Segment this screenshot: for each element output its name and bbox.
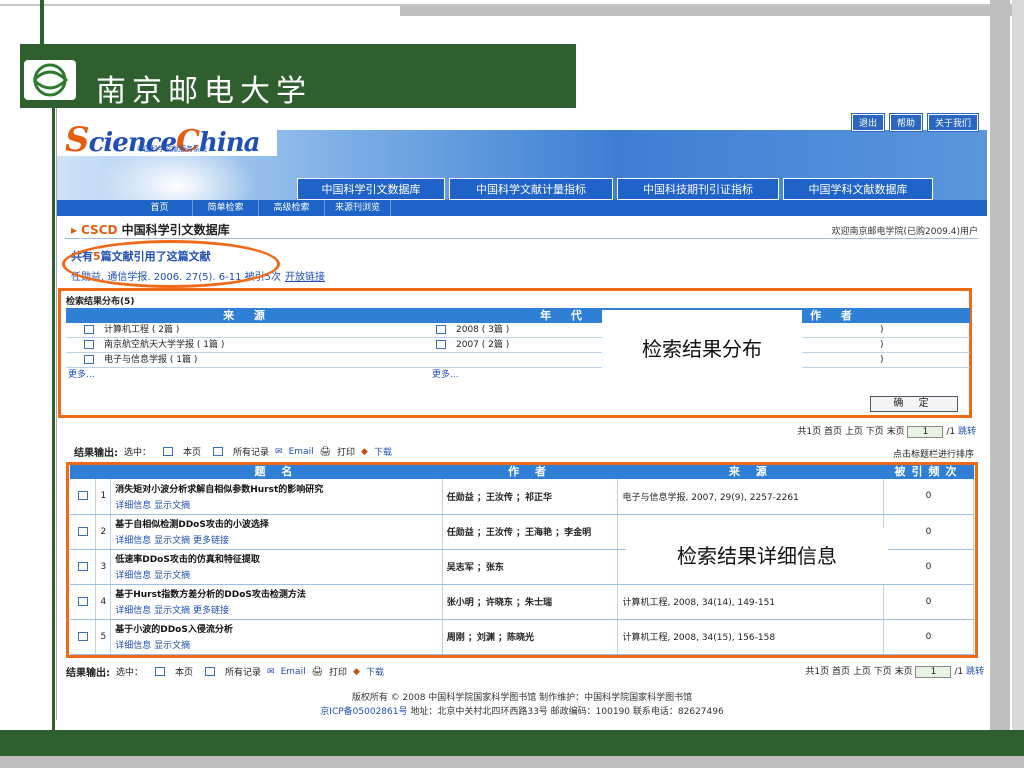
nav-home[interactable]: 首页	[127, 200, 193, 216]
triangle-icon: ▸	[71, 223, 78, 237]
confirm-button[interactable]: 确 定	[870, 396, 958, 412]
database-title: ▸ CSCD 中国科学引文数据库	[71, 223, 230, 237]
page-input[interactable]: 1	[907, 425, 944, 438]
open-link[interactable]: 开放链接	[285, 272, 325, 283]
pagination-bottom: 共1页 首页 上页 下页 末页 1 /1 跳转	[805, 665, 984, 678]
top-buttons: 退出 帮助 关于我们	[850, 113, 980, 132]
sort-hint: 点击标题栏进行排序	[892, 450, 974, 460]
pagination-top: 共1页 首页 上页 下页 末页 1 /1 跳转	[797, 425, 976, 438]
footer-line-1: 版权所有 © 2008 中国科学院国家科学图书馆 制作维护：中国科学院国家科学图…	[351, 693, 693, 703]
print-link[interactable]: 打印	[337, 445, 355, 458]
go-link[interactable]: 跳转	[958, 427, 976, 437]
callout-details: 检索结果详细信息	[626, 528, 888, 584]
all-records-checkbox[interactable]	[213, 447, 224, 456]
university-emblem	[24, 60, 76, 100]
frame-bottom-gray	[0, 756, 1024, 768]
distribution-row: 电子与信息学报 ( 1篇 ) )	[66, 353, 970, 368]
email-icon[interactable]: ✉	[275, 447, 283, 457]
download-icon[interactable]: ◆	[353, 667, 360, 677]
tab-metrics[interactable]: 中国科学文献计量指标	[449, 178, 613, 200]
nav-source-browse[interactable]: 来源刊浏览	[325, 200, 391, 216]
welcome-text: 欢迎南京邮电学院(已购2009.4)用户	[831, 227, 978, 237]
header-source[interactable]: 来 源	[66, 308, 430, 323]
distribution-table: 来 源 年 代 作 者 计算机工程 ( 2篇 ) 2008 ( 3篇 ) ) 南…	[66, 308, 970, 383]
distribution-title: 检索结果分布(5)	[66, 297, 135, 307]
sciencechina-logo[interactable]: ScienceChina	[65, 120, 261, 160]
frame-bottom-band	[0, 730, 1024, 756]
distribution-row: 南京航空航天大学学报 ( 1篇 ) 2007 ( 2篇 ) )	[66, 338, 970, 353]
frame-gray-top	[400, 6, 1024, 16]
help-button[interactable]: 帮助	[888, 113, 923, 132]
tab-subject-db[interactable]: 中国学科文献数据库	[783, 178, 933, 200]
print-link[interactable]: 打印	[329, 665, 347, 678]
tab-journal-citation[interactable]: 中国科技期刊引证指标	[617, 178, 779, 200]
callout-distribution: 检索结果分布	[602, 310, 802, 388]
about-button[interactable]: 关于我们	[926, 113, 980, 132]
email-link[interactable]: Email	[281, 667, 306, 677]
title-divider	[65, 238, 978, 239]
logout-button[interactable]: 退出	[850, 113, 885, 132]
all-records-checkbox[interactable]	[205, 667, 216, 676]
logo-subtitle: 中国科学文献服务系统	[137, 145, 207, 153]
frame-gray-right2	[1012, 0, 1024, 768]
frame-gray-right	[990, 0, 1010, 768]
nav-simple-search[interactable]: 简单检索	[193, 200, 259, 216]
source-checkbox[interactable]	[84, 325, 94, 334]
this-page-checkbox[interactable]	[163, 447, 174, 456]
distribution-row: 计算机工程 ( 2篇 ) 2008 ( 3篇 ) )	[66, 323, 970, 338]
nav-advanced-search[interactable]: 高级检索	[259, 200, 325, 216]
this-page-checkbox[interactable]	[155, 667, 166, 676]
print-icon[interactable]: 🖨	[320, 447, 331, 457]
download-icon[interactable]: ◆	[361, 447, 368, 457]
source-checkbox[interactable]	[84, 340, 94, 349]
output-bar-top: 结果输出: 选中： 本页 所有记录 ✉ Email 🖨 打印 ◆ 下载	[74, 445, 392, 460]
more-sources-link[interactable]: 更多...	[68, 370, 95, 380]
email-link[interactable]: Email	[289, 447, 314, 457]
distribution-header: 来 源 年 代 作 者	[66, 308, 970, 323]
download-link[interactable]: 下载	[366, 665, 384, 678]
year-checkbox[interactable]	[436, 340, 446, 349]
print-icon[interactable]: 🖨	[312, 667, 323, 677]
distribution-more-row: 更多... 更多... 更多...	[66, 368, 970, 383]
page-input[interactable]: 1	[915, 665, 952, 678]
download-link[interactable]: 下载	[374, 445, 392, 458]
database-tabs: 中国科学引文数据库 中国科学文献计量指标 中国科技期刊引证指标 中国学科文献数据…	[297, 178, 933, 200]
cited-highlight-ellipse	[62, 240, 280, 288]
frame-green-band	[20, 44, 576, 56]
icp-link[interactable]: 京ICP备05002861号	[320, 707, 407, 717]
tab-cscd[interactable]: 中国科学引文数据库	[297, 178, 445, 200]
footer-line-2: 京ICP备05002861号 地址：北京中关村北四环西路33号 邮政编码：100…	[320, 707, 724, 717]
email-icon[interactable]: ✉	[267, 667, 275, 677]
year-checkbox[interactable]	[436, 325, 446, 334]
more-years-link[interactable]: 更多...	[432, 370, 459, 380]
secondary-nav: 首页 简单检索 高级检索 来源刊浏览	[57, 200, 987, 216]
frame-vline-inner	[52, 108, 55, 736]
source-checkbox[interactable]	[84, 355, 94, 364]
university-name: 南京邮电大学	[96, 74, 312, 109]
output-bar-bottom: 结果输出: 选中： 本页 所有记录 ✉ Email 🖨 打印 ◆ 下载	[66, 665, 384, 680]
go-link[interactable]: 跳转	[966, 667, 984, 677]
